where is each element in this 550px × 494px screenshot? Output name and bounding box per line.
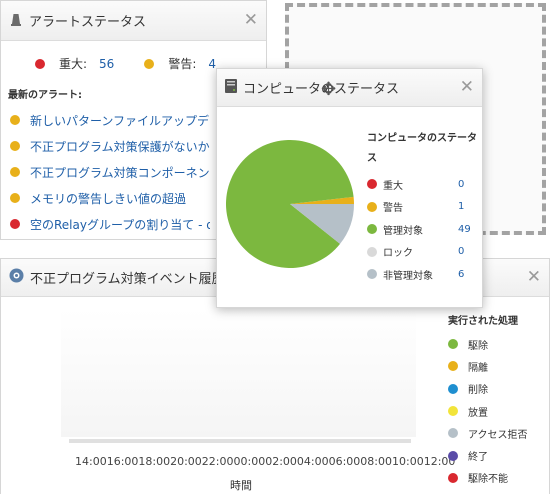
legend-dot-icon <box>448 450 458 461</box>
pie-chart <box>225 139 355 273</box>
critical-count-link[interactable]: 56 <box>99 57 114 71</box>
warning-label: 警告: <box>168 57 197 71</box>
legend-label: 駆除 <box>468 340 488 352</box>
legend-label: 管理対象 <box>383 225 423 237</box>
computer-status-title: コンピュータのステータス <box>243 82 400 97</box>
warning-dot-icon <box>10 167 20 177</box>
legend-item: 管理対象 49 <box>367 218 471 241</box>
critical-label: 重大: <box>59 57 88 71</box>
legend-dot-icon <box>448 428 458 439</box>
computer-legend-title: コンピュータのステータス <box>367 133 477 164</box>
close-icon[interactable]: ✕ <box>460 79 474 96</box>
legend-label: 警告 <box>383 203 403 215</box>
virus-shield-icon <box>9 268 24 287</box>
warning-dot-icon <box>10 115 20 125</box>
warning-dot-icon <box>144 58 155 69</box>
legend-label: 非管理対象 <box>383 270 433 282</box>
legend-dot-icon <box>448 472 458 483</box>
alert-link[interactable]: 不正プログラム対策保護がないか… <box>30 138 210 155</box>
legend-dot-icon <box>448 383 458 394</box>
legend-count-link[interactable]: 1 <box>458 201 464 212</box>
legend-count-link[interactable]: 49 <box>458 224 471 235</box>
legend-item: 重大 0 <box>367 173 471 196</box>
legend-label: 終了 <box>468 452 488 464</box>
move-cursor-icon: ✥ <box>321 79 337 100</box>
unmanaged-dot-icon <box>367 269 377 280</box>
legend-label: 隔離 <box>468 362 488 374</box>
alert-link[interactable]: 新しいパターンファイルアップデー… <box>30 112 210 129</box>
legend-label: 削除 <box>468 385 488 397</box>
warning-dot-icon <box>10 141 20 151</box>
legend-item: 隔離 <box>448 355 528 377</box>
event-chart-area <box>61 309 416 437</box>
alert-link[interactable]: メモリの警告しきい値の超過 <box>30 190 210 207</box>
legend-label: アクセス拒否 <box>468 429 528 441</box>
action-legend: 実行された処理 駆除 隔離 削除 放置 アクセス拒否 終了 駆除不能 <box>448 312 528 489</box>
action-legend-title: 実行された処理 <box>448 316 518 327</box>
legend-dot-icon <box>448 406 458 417</box>
close-icon[interactable]: ✕ <box>244 12 258 29</box>
critical-dot-icon <box>10 219 20 229</box>
legend-label: ロック <box>383 248 413 260</box>
server-icon <box>225 78 237 97</box>
managed-dot-icon <box>367 224 377 235</box>
legend-item: 削除 <box>448 378 528 400</box>
legend-label: 放置 <box>468 407 488 419</box>
x-axis-label: 時間 <box>230 479 252 492</box>
legend-label: 重大 <box>383 180 403 192</box>
legend-item: 非管理対象 6 <box>367 263 471 286</box>
legend-label: 駆除不能 <box>468 474 508 486</box>
legend-count-link[interactable]: 6 <box>458 269 464 280</box>
bell-icon <box>9 12 23 30</box>
critical-dot-icon <box>35 58 45 69</box>
computer-status-header[interactable]: コンピュータのステータス ✕ <box>217 69 482 107</box>
warning-count-link[interactable]: 4 <box>208 57 216 71</box>
warning-dot-icon <box>367 201 377 212</box>
x-axis <box>69 439 411 443</box>
computer-status-panel[interactable]: コンピュータのステータス ✕ ✥ コンピュータのステータス 重大 0 警告 1 管理… <box>216 68 483 308</box>
legend-item: 放置 <box>448 400 528 422</box>
legend-item: 駆除 <box>448 333 528 355</box>
legend-dot-icon <box>448 339 458 350</box>
legend-dot-icon <box>448 361 458 372</box>
warning-dot-icon <box>10 193 20 203</box>
legend-item: アクセス拒否 <box>448 422 528 444</box>
legend-item: ロック 0 <box>367 241 471 264</box>
legend-count-link[interactable]: 0 <box>458 246 464 257</box>
legend-item: 駆除不能 <box>448 467 528 489</box>
legend-item: 警告 1 <box>367 196 471 219</box>
legend-count-link[interactable]: 0 <box>458 179 464 190</box>
alert-status-header[interactable]: アラートステータス ✕ <box>1 1 266 41</box>
alert-link[interactable]: 不正プログラム対策コンポーネン… <box>30 164 210 181</box>
computer-status-legend: 重大 0 警告 1 管理対象 49 ロック 0 非管理対象 6 <box>367 173 471 286</box>
locked-dot-icon <box>367 246 377 257</box>
alert-status-title: アラートステータス <box>29 15 147 30</box>
critical-dot-icon <box>367 179 377 190</box>
legend-item: 終了 <box>448 444 528 466</box>
close-icon[interactable]: ✕ <box>527 269 541 286</box>
x-axis-ticks: 14:0016:0018:0020:0022:0000:0002:0004:00… <box>75 455 456 468</box>
alert-link[interactable]: 空のRelayグループの割り当て - d… <box>30 216 210 233</box>
pie-svg <box>226 140 354 268</box>
